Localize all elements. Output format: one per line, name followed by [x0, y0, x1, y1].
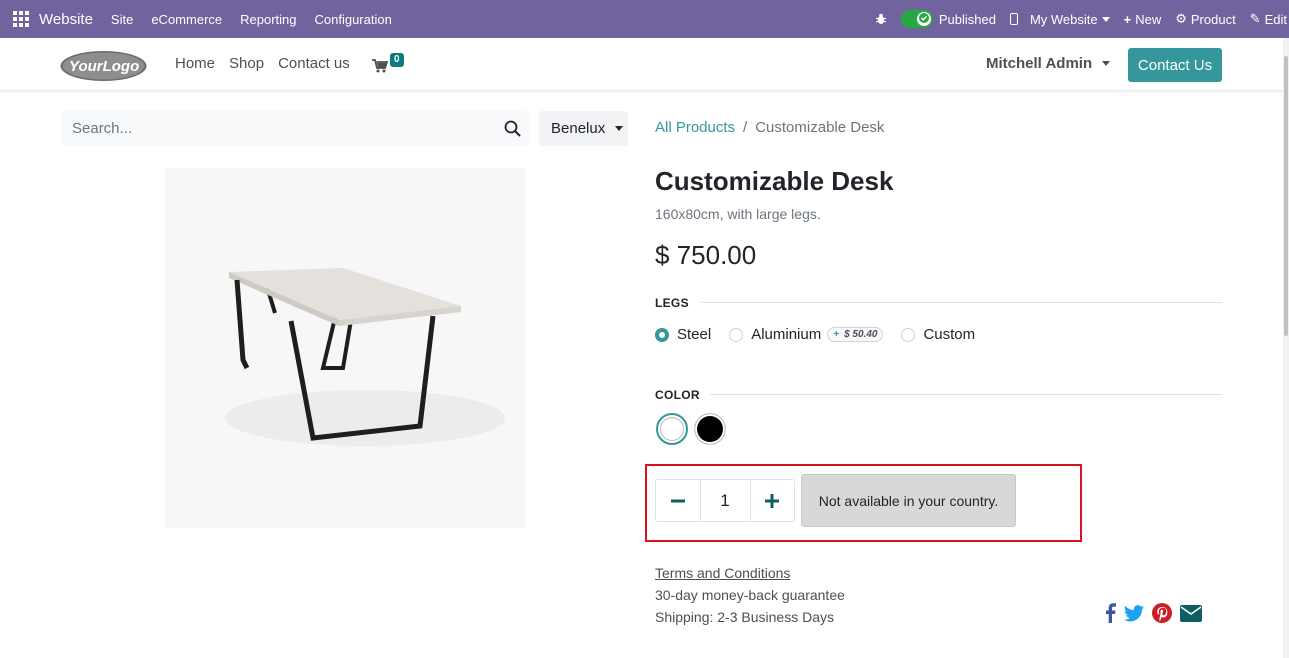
radio-custom[interactable] [901, 327, 916, 342]
admin-menu: Site eCommerce Reporting Configuration [111, 12, 392, 27]
pricelist-label: Benelux [551, 120, 606, 137]
edit-label: Edit [1264, 11, 1287, 27]
legs-option-label: Custom [923, 326, 976, 343]
legs-option-custom[interactable]: Custom [901, 326, 975, 343]
mobile-preview-icon[interactable] [1009, 13, 1018, 25]
product-label: Product [1190, 11, 1236, 27]
logo-text: YourLogo [69, 58, 139, 75]
pencil-icon: ✎ [1249, 11, 1261, 26]
plus-icon [765, 493, 780, 508]
search-bar [61, 111, 529, 146]
nav-shop[interactable]: Shop [229, 55, 264, 72]
guarantee-text: 30-day money-back guarantee [655, 587, 845, 603]
menu-reporting[interactable]: Reporting [240, 12, 296, 27]
search-input[interactable] [61, 111, 481, 146]
edit-button[interactable]: ✎ Edit [1250, 11, 1287, 27]
minus-icon [670, 499, 685, 502]
desk-image [165, 168, 525, 528]
pricelist-dropdown[interactable]: Benelux [539, 111, 628, 146]
my-website-label: My Website [1029, 11, 1098, 27]
divider [710, 394, 1222, 395]
site-header: YourLogo Home Shop Contact us 0 Mitchell… [0, 38, 1289, 91]
admin-bar: Website Site eCommerce Reporting Configu… [0, 0, 1289, 38]
search-icon[interactable] [504, 120, 521, 137]
color-swatch-white[interactable] [656, 413, 688, 445]
plus-icon: + [1123, 11, 1132, 27]
main-nav: Home Shop Contact us [175, 55, 350, 72]
quantity-stepper [655, 479, 795, 522]
product-image [165, 168, 525, 528]
shopping-cart-icon [372, 59, 388, 73]
price-extra-value: $ 50.40 [844, 329, 878, 340]
gear-icon: ⚙ [1175, 11, 1187, 26]
contact-us-button[interactable]: Contact Us [1128, 48, 1222, 82]
legs-options: Steel Aluminium + $ 50.40 Custom [655, 326, 993, 343]
price-extra-sign: + [833, 329, 840, 340]
cart-count-badge: 0 [390, 53, 404, 67]
shipping-text: Shipping: 2-3 Business Days [655, 609, 834, 625]
attribute-label-legs: LEGS [655, 296, 689, 310]
menu-configuration[interactable]: Configuration [315, 12, 392, 27]
cart-link[interactable]: 0 [372, 53, 408, 75]
attribute-label-color: COLOR [655, 388, 700, 402]
increase-quantity-button[interactable] [751, 480, 795, 521]
nav-contact[interactable]: Contact us [278, 55, 350, 72]
user-name: Mitchell Admin [986, 55, 1093, 72]
product-title: Customizable Desk [655, 166, 894, 196]
chevron-down-icon [615, 126, 624, 131]
nav-home[interactable]: Home [175, 55, 215, 72]
product-price: $ 750.00 [655, 240, 757, 270]
my-website-dropdown[interactable]: My Website [1030, 12, 1110, 27]
legs-option-label: Steel [677, 326, 712, 343]
divider [701, 302, 1222, 303]
terms-link[interactable]: Terms and Conditions [655, 565, 790, 581]
breadcrumb-separator: / [743, 119, 748, 136]
not-available-button[interactable]: Not available in your country. [801, 474, 1016, 527]
color-swatch-black[interactable] [694, 413, 726, 445]
legs-option-label: Aluminium [751, 326, 822, 343]
publish-toggle[interactable] [900, 10, 933, 28]
social-share [1104, 603, 1202, 623]
site-logo[interactable]: YourLogo [60, 50, 147, 82]
price-extra-badge: + $ 50.40 [827, 327, 884, 342]
apps-menu-icon[interactable] [13, 10, 31, 28]
twitter-icon[interactable] [1124, 604, 1144, 622]
chevron-down-icon [1102, 61, 1111, 66]
product-description: 160x80cm, with large legs. [655, 206, 821, 222]
legs-option-aluminium[interactable]: Aluminium + $ 50.40 [729, 326, 884, 343]
pinterest-icon[interactable] [1152, 603, 1172, 623]
quantity-input[interactable] [699, 480, 751, 521]
menu-ecommerce[interactable]: eCommerce [151, 12, 222, 27]
new-label: New [1135, 11, 1162, 27]
user-menu[interactable]: Mitchell Admin [986, 55, 1111, 72]
radio-steel[interactable] [655, 327, 669, 342]
facebook-icon[interactable] [1104, 603, 1116, 623]
product-button[interactable]: ⚙ Product [1175, 11, 1235, 27]
bug-icon[interactable] [875, 13, 887, 25]
published-label[interactable]: Published [939, 12, 996, 27]
chevron-down-icon [1101, 16, 1110, 22]
breadcrumb-current: Customizable Desk [755, 119, 885, 136]
check-icon [918, 13, 929, 23]
admin-bar-right: Published My Website + New ⚙ Product ✎ E… [875, 0, 1289, 38]
decrease-quantity-button[interactable] [656, 480, 700, 521]
breadcrumb-all-products[interactable]: All Products [655, 119, 735, 136]
envelope-icon[interactable] [1180, 604, 1202, 622]
app-name[interactable]: Website [39, 11, 93, 28]
breadcrumb: All Products / Customizable Desk [655, 119, 884, 136]
radio-aluminium[interactable] [729, 327, 744, 342]
menu-site[interactable]: Site [111, 12, 133, 27]
scrollbar-thumb[interactable] [1284, 56, 1288, 336]
legs-option-steel[interactable]: Steel [655, 326, 711, 343]
page-scrollbar[interactable] [1283, 38, 1289, 658]
new-button[interactable]: + New [1124, 12, 1162, 27]
